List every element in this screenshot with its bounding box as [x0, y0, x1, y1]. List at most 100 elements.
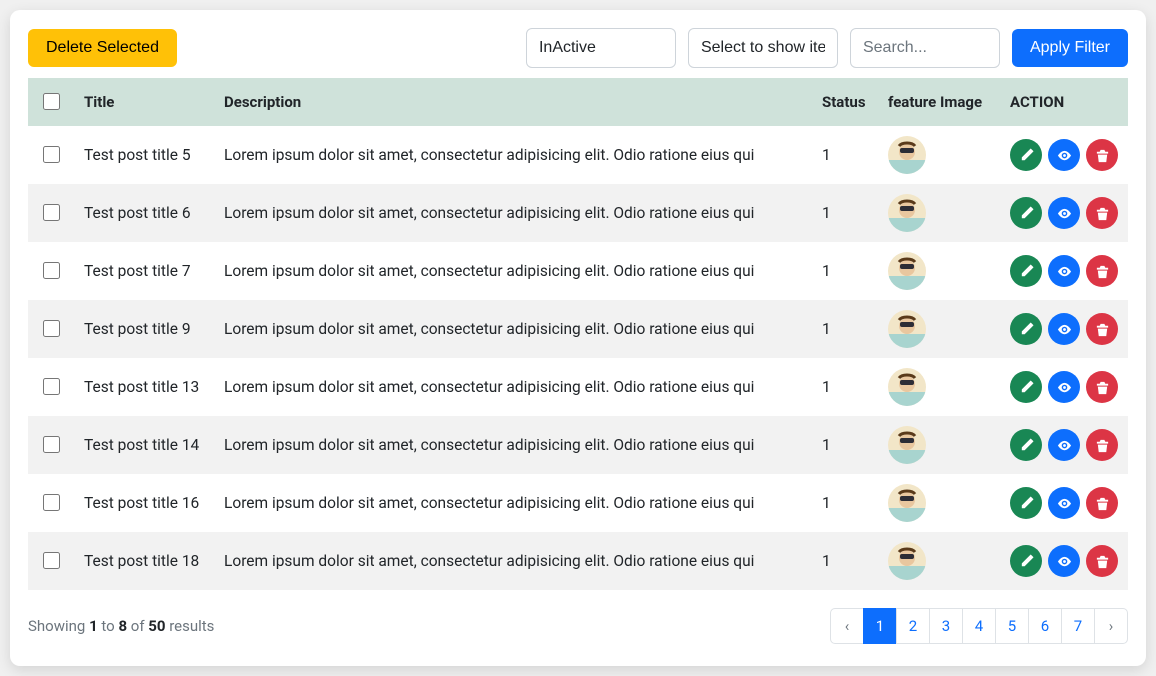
select-all-checkbox[interactable]: [43, 93, 60, 110]
pagination-page[interactable]: 3: [929, 608, 963, 644]
edit-button[interactable]: [1010, 545, 1042, 577]
delete-button[interactable]: [1086, 197, 1118, 229]
trash-icon: [1095, 380, 1110, 395]
trash-icon: [1095, 206, 1110, 221]
pagination-page[interactable]: 4: [962, 608, 996, 644]
eye-icon: [1057, 554, 1072, 569]
pagination-next[interactable]: ›: [1094, 608, 1128, 644]
col-action: ACTION: [1000, 78, 1128, 126]
col-description: Description: [214, 78, 812, 126]
pagination-page[interactable]: 5: [995, 608, 1029, 644]
row-checkbox[interactable]: [43, 494, 60, 511]
avatar: [888, 368, 926, 406]
row-actions: [1010, 371, 1118, 403]
row-actions: [1010, 313, 1118, 345]
pagination-page[interactable]: 7: [1061, 608, 1095, 644]
table-footer: Showing 1 to 8 of 50 results ‹1234567›: [28, 608, 1128, 644]
delete-selected-button[interactable]: Delete Selected: [28, 29, 177, 68]
table-row: Test post title 14 Lorem ipsum dolor sit…: [28, 416, 1128, 474]
row-checkbox[interactable]: [43, 204, 60, 221]
trash-icon: [1095, 264, 1110, 279]
trash-icon: [1095, 438, 1110, 453]
row-title: Test post title 5: [74, 126, 214, 184]
row-checkbox[interactable]: [43, 146, 60, 163]
search-input[interactable]: [850, 28, 1000, 68]
row-title: Test post title 16: [74, 474, 214, 532]
row-title: Test post title 18: [74, 532, 214, 590]
row-checkbox[interactable]: [43, 552, 60, 569]
row-actions: [1010, 429, 1118, 461]
edit-button[interactable]: [1010, 197, 1042, 229]
row-checkbox[interactable]: [43, 320, 60, 337]
row-feature-image: [878, 416, 1000, 474]
row-actions: [1010, 545, 1118, 577]
row-status: 1: [812, 474, 878, 532]
delete-button[interactable]: [1086, 313, 1118, 345]
apply-filter-button[interactable]: Apply Filter: [1012, 29, 1128, 68]
view-button[interactable]: [1048, 255, 1080, 287]
edit-button[interactable]: [1010, 487, 1042, 519]
row-checkbox[interactable]: [43, 436, 60, 453]
toolbar: Delete Selected Apply Filter: [28, 28, 1128, 68]
pagination-page[interactable]: 2: [896, 608, 930, 644]
view-button[interactable]: [1048, 197, 1080, 229]
row-feature-image: [878, 358, 1000, 416]
row-description: Lorem ipsum dolor sit amet, consectetur …: [214, 184, 812, 242]
data-table-card: Delete Selected Apply Filter Title Descr…: [10, 10, 1146, 666]
edit-button[interactable]: [1010, 139, 1042, 171]
table-header-row: Title Description Status feature Image A…: [28, 78, 1128, 126]
view-button[interactable]: [1048, 487, 1080, 519]
edit-icon: [1019, 496, 1034, 511]
row-status: 1: [812, 358, 878, 416]
delete-button[interactable]: [1086, 429, 1118, 461]
row-description: Lorem ipsum dolor sit amet, consectetur …: [214, 126, 812, 184]
avatar: [888, 252, 926, 290]
col-image: feature Image: [878, 78, 1000, 126]
row-description: Lorem ipsum dolor sit amet, consectetur …: [214, 416, 812, 474]
pagination-page[interactable]: 1: [863, 608, 897, 644]
view-button[interactable]: [1048, 371, 1080, 403]
trash-icon: [1095, 148, 1110, 163]
avatar: [888, 484, 926, 522]
table-row: Test post title 9 Lorem ipsum dolor sit …: [28, 300, 1128, 358]
row-title: Test post title 9: [74, 300, 214, 358]
delete-button[interactable]: [1086, 371, 1118, 403]
avatar: [888, 426, 926, 464]
edit-icon: [1019, 380, 1034, 395]
row-title: Test post title 7: [74, 242, 214, 300]
eye-icon: [1057, 206, 1072, 221]
delete-button[interactable]: [1086, 139, 1118, 171]
table-row: Test post title 16 Lorem ipsum dolor sit…: [28, 474, 1128, 532]
pagination: ‹1234567›: [831, 608, 1128, 644]
items-per-page-select[interactable]: [688, 28, 838, 68]
edit-button[interactable]: [1010, 313, 1042, 345]
pagination-page[interactable]: 6: [1028, 608, 1062, 644]
delete-button[interactable]: [1086, 545, 1118, 577]
row-title: Test post title 14: [74, 416, 214, 474]
row-actions: [1010, 255, 1118, 287]
view-button[interactable]: [1048, 139, 1080, 171]
view-button[interactable]: [1048, 313, 1080, 345]
row-actions: [1010, 197, 1118, 229]
eye-icon: [1057, 264, 1072, 279]
row-checkbox[interactable]: [43, 378, 60, 395]
row-status: 1: [812, 300, 878, 358]
edit-icon: [1019, 554, 1034, 569]
eye-icon: [1057, 380, 1072, 395]
row-feature-image: [878, 532, 1000, 590]
eye-icon: [1057, 322, 1072, 337]
row-status: 1: [812, 242, 878, 300]
edit-icon: [1019, 206, 1034, 221]
status-filter-select[interactable]: [526, 28, 676, 68]
pagination-prev[interactable]: ‹: [830, 608, 864, 644]
row-checkbox[interactable]: [43, 262, 60, 279]
edit-button[interactable]: [1010, 429, 1042, 461]
view-button[interactable]: [1048, 545, 1080, 577]
eye-icon: [1057, 148, 1072, 163]
edit-button[interactable]: [1010, 371, 1042, 403]
view-button[interactable]: [1048, 429, 1080, 461]
delete-button[interactable]: [1086, 487, 1118, 519]
edit-button[interactable]: [1010, 255, 1042, 287]
delete-button[interactable]: [1086, 255, 1118, 287]
table-row: Test post title 5 Lorem ipsum dolor sit …: [28, 126, 1128, 184]
